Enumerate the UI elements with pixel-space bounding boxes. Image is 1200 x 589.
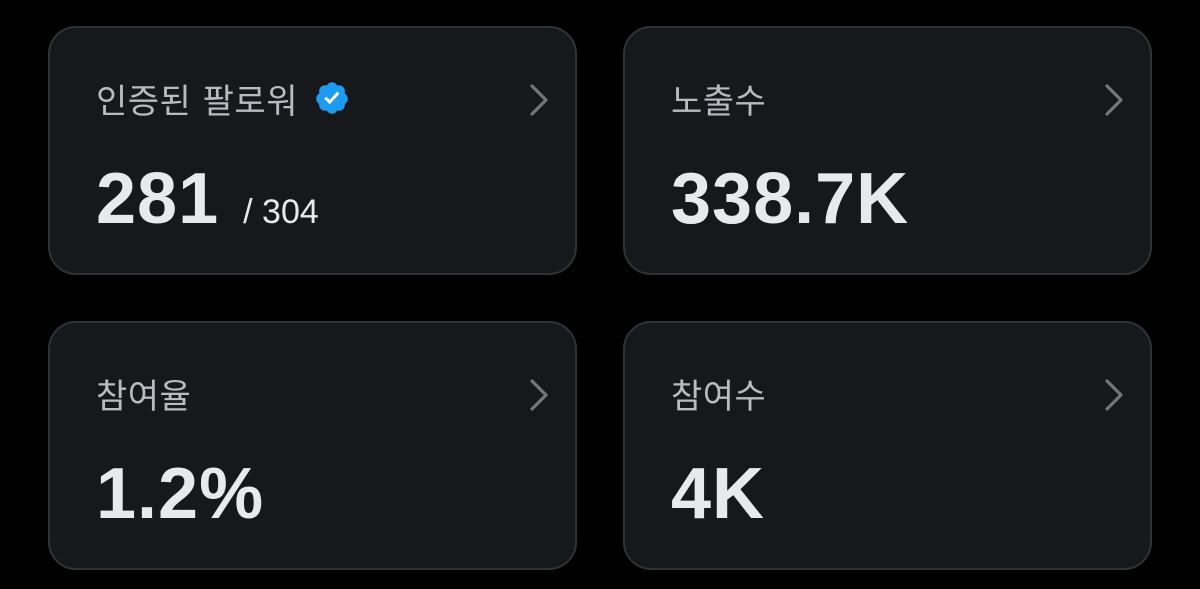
metric-value: 1.2% (96, 454, 265, 534)
metric-value-row: 1.2% (96, 453, 264, 535)
card-title: 노출수 (671, 76, 767, 122)
engagements-card[interactable]: 참여수 4K (623, 321, 1152, 570)
metric-value: 4K (671, 454, 766, 534)
card-title-label: 인증된 팔로워 (96, 81, 298, 122)
card-title-label: 참여수 (671, 376, 767, 417)
card-title: 참여수 (671, 371, 767, 417)
chevron-right-icon[interactable] (527, 375, 551, 415)
engagement-rate-card[interactable]: 참여율 1.2% (48, 321, 577, 570)
metric-total: / 304 (243, 193, 319, 231)
metric-value-row: 4K (671, 453, 765, 535)
card-title-label: 노출수 (671, 81, 767, 122)
verified-followers-card[interactable]: 인증된 팔로워 281 / 304 (48, 26, 577, 275)
impressions-card[interactable]: 노출수 338.7K (623, 26, 1152, 275)
card-title: 인증된 팔로워 (96, 76, 350, 122)
chevron-right-icon[interactable] (527, 80, 551, 120)
card-title-label: 참여율 (96, 376, 192, 417)
chevron-right-icon[interactable] (1102, 375, 1126, 415)
card-title: 참여율 (96, 371, 192, 417)
metric-value: 338.7K (671, 159, 910, 239)
metric-value-row: 338.7K (671, 158, 909, 240)
verified-badge-icon (314, 80, 350, 116)
metric-value-row: 281 / 304 (96, 158, 319, 240)
chevron-right-icon[interactable] (1102, 80, 1126, 120)
metric-value: 281 (96, 159, 220, 239)
